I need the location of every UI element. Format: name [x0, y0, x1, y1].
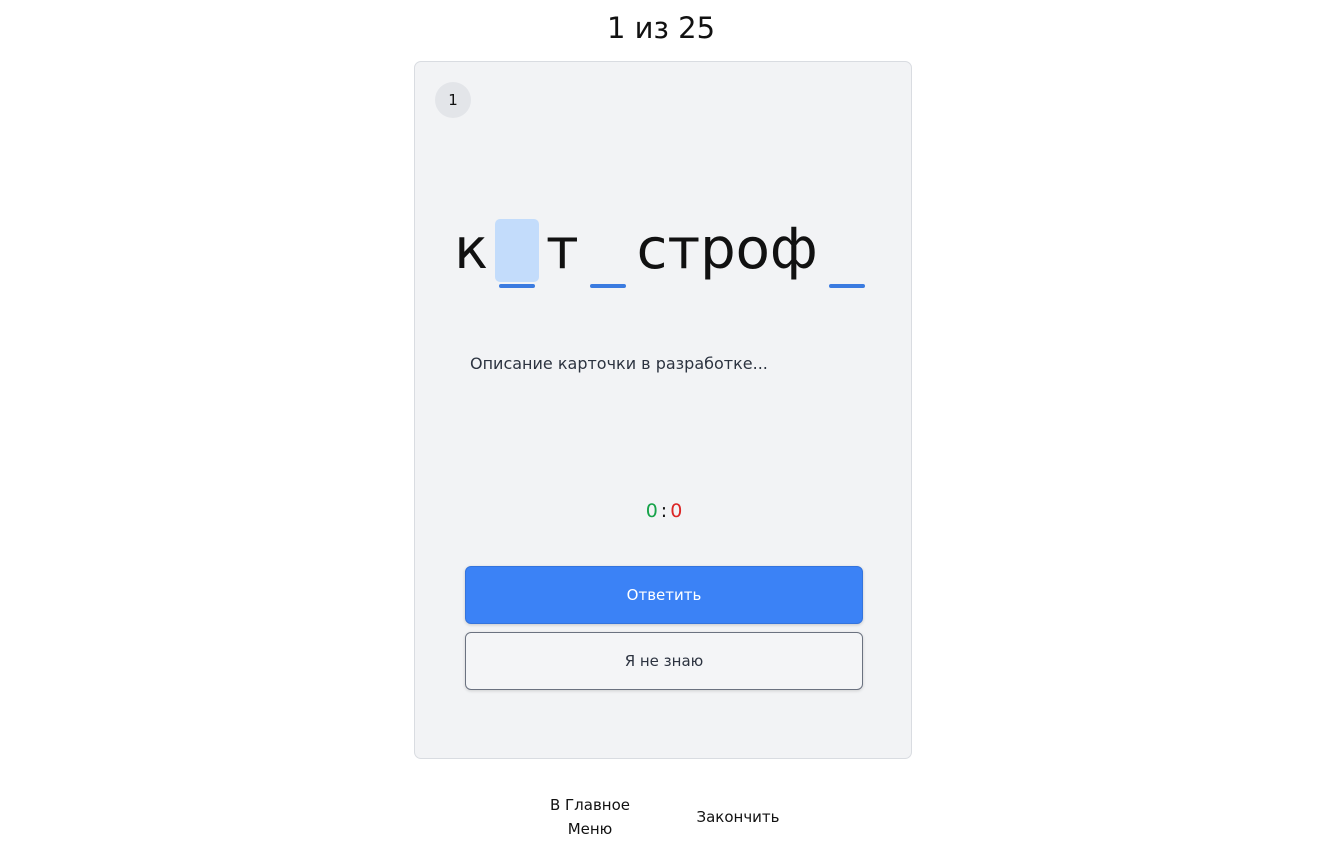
gap-selection-highlight: [495, 219, 540, 282]
word-letters: к: [454, 217, 489, 282]
word-letters: т: [546, 217, 579, 282]
progress-counter: 1 из 25: [606, 11, 716, 45]
correct-count: 0: [645, 500, 658, 522]
gap-underline: [589, 284, 626, 288]
card-description: Описание карточки в разработке...: [470, 354, 768, 373]
word-card: 1 к т строф Описание карточки в разработке…: [414, 61, 912, 759]
letter-gap-active[interactable]: [493, 212, 541, 288]
wrong-count: 0: [670, 500, 683, 522]
card-number-badge: 1: [435, 82, 471, 118]
word-letters: строф: [636, 217, 818, 282]
quiz-page: 1 из 25 1 к т строф Описание карточки в ра…: [0, 0, 1322, 853]
score-display: 0:0: [415, 500, 913, 522]
main-menu-link[interactable]: В Главное Меню: [540, 793, 640, 841]
gap-underline: [499, 284, 536, 288]
score-separator: :: [660, 500, 668, 522]
finish-link[interactable]: Закончить: [688, 805, 788, 829]
word-puzzle: к т строф: [415, 198, 913, 288]
gap-underline: [828, 284, 865, 288]
dont-know-button[interactable]: Я не знаю: [465, 632, 863, 690]
letter-gap[interactable]: [584, 212, 632, 288]
answer-button[interactable]: Ответить: [465, 566, 863, 624]
letter-gap[interactable]: [823, 212, 871, 288]
